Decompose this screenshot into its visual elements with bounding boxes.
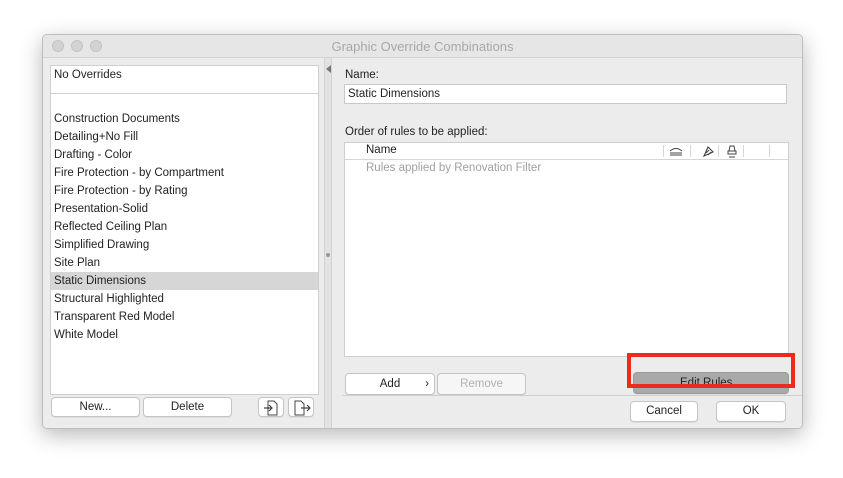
list-item[interactable]: Transparent Red Model (51, 308, 318, 326)
surface-override-icon (669, 145, 683, 160)
add-button[interactable]: Add › (345, 373, 435, 395)
add-button-label: Add (379, 378, 401, 390)
order-label: Order of rules to be applied: (345, 126, 488, 138)
splitter-grip-icon (326, 253, 330, 257)
dialog-window: Graphic Override Combinations No Overrid… (42, 34, 803, 429)
highlight-box (627, 353, 795, 388)
list-item[interactable]: Fire Protection - by Rating (51, 182, 318, 200)
collapse-arrow-icon[interactable] (326, 65, 331, 73)
export-button[interactable] (288, 397, 314, 417)
remove-button[interactable]: Remove (437, 373, 526, 395)
fill-override-icon (701, 145, 715, 160)
list-item[interactable]: White Model (51, 326, 318, 344)
list-item[interactable]: Fire Protection - by Compartment (51, 164, 318, 182)
list-item[interactable]: Site Plan (51, 254, 318, 272)
import-button[interactable] (258, 397, 284, 417)
name-input[interactable]: Static Dimensions (344, 84, 787, 104)
list-item[interactable]: Static Dimensions (51, 272, 318, 290)
panel-splitter[interactable] (324, 58, 332, 428)
list-divider (51, 93, 318, 94)
export-icon (294, 400, 311, 416)
column-separator (769, 145, 770, 157)
column-separator (718, 145, 719, 157)
list-item[interactable]: Detailing+No Fill (51, 128, 318, 146)
list-items: Construction Documents Detailing+No Fill D… (51, 110, 318, 344)
list-item-no-overrides[interactable]: No Overrides (54, 69, 122, 81)
window-title: Graphic Override Combinations (331, 39, 514, 54)
list-item[interactable]: Simplified Drawing (51, 236, 318, 254)
column-separator (743, 145, 744, 157)
column-separator (663, 145, 664, 157)
column-separator (690, 145, 691, 157)
title-bar: Graphic Override Combinations (43, 35, 802, 58)
list-item[interactable]: Reflected Ceiling Plan (51, 218, 318, 236)
list-item[interactable]: Drafting - Color (51, 146, 318, 164)
combinations-panel: No Overrides Construction Documents Detai… (43, 58, 324, 428)
combinations-list[interactable]: No Overrides Construction Documents Detai… (50, 65, 319, 395)
ok-button[interactable]: OK (716, 401, 786, 422)
rules-table[interactable]: Name Rules applied by Renovation Filter (344, 142, 789, 357)
list-item[interactable]: Construction Documents (51, 110, 318, 128)
import-icon (264, 400, 278, 416)
name-label: Name: (345, 69, 379, 81)
chevron-right-icon: › (425, 378, 429, 390)
list-item[interactable]: Structural Highlighted (51, 290, 318, 308)
column-header-name[interactable]: Name (366, 144, 397, 156)
footer-divider (342, 395, 802, 396)
rule-row[interactable]: Rules applied by Renovation Filter (366, 162, 541, 174)
cancel-button[interactable]: Cancel (630, 401, 698, 422)
list-item[interactable]: Presentation-Solid (51, 200, 318, 218)
pen-override-icon (726, 145, 738, 161)
rules-table-header: Name (345, 143, 788, 160)
delete-button[interactable]: Delete (143, 397, 232, 417)
new-button[interactable]: New... (51, 397, 140, 417)
